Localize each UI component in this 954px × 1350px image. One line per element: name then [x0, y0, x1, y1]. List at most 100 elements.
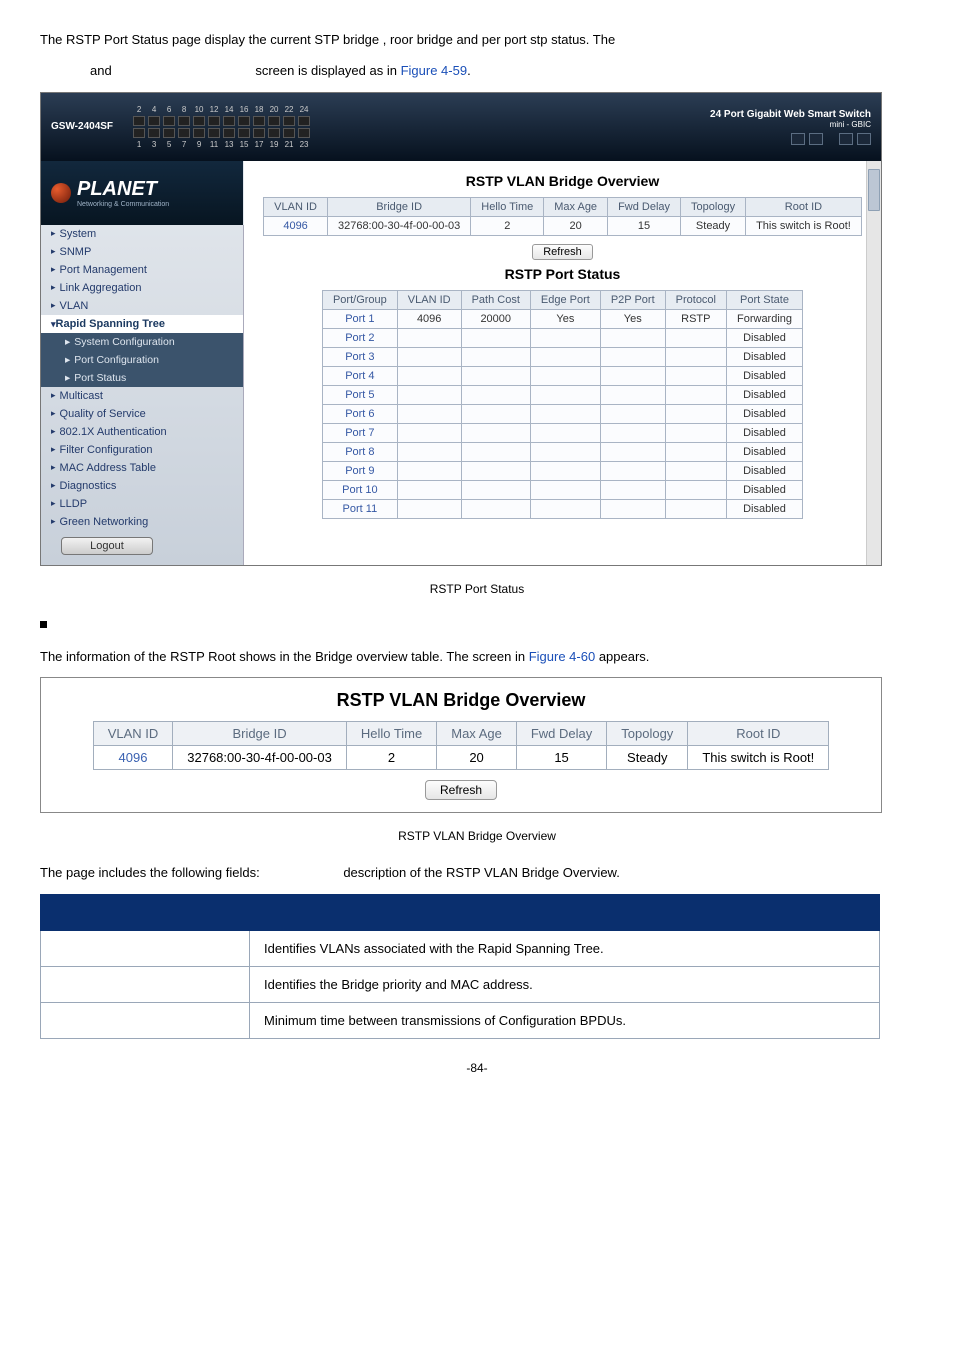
figure-link-60[interactable]: Figure 4-60	[529, 649, 595, 664]
screenshot-frame-1: GSW-2404SF 21 43 65 87 109 1211 1413 161…	[40, 92, 882, 566]
sidebar-item-system[interactable]: System	[41, 225, 243, 243]
sidebar-item-link-aggregation[interactable]: Link Aggregation	[41, 279, 243, 297]
cell-vlan: 4096	[93, 746, 173, 770]
cell	[530, 347, 600, 366]
th-edge: Edge Port	[530, 290, 600, 309]
sidebar-label: Green Networking	[60, 516, 149, 528]
cell: Disabled	[727, 423, 803, 442]
sidebar-item-snmp[interactable]: SNMP	[41, 243, 243, 261]
sidebar-item-vlan[interactable]: VLAN	[41, 297, 243, 315]
sidebar-item-port-management[interactable]: Port Management	[41, 261, 243, 279]
cell	[461, 461, 530, 480]
table-row: Port 7Disabled	[322, 423, 802, 442]
bridge-overview-table: VLAN ID Bridge ID Hello Time Max Age Fwd…	[263, 197, 862, 236]
fields-line-a: The page includes the following fields:	[40, 865, 260, 880]
sidebar-item-filter[interactable]: Filter Configuration	[41, 441, 243, 459]
th-root-id: Root ID	[746, 197, 862, 216]
cell	[397, 480, 461, 499]
th-max-age: Max Age	[544, 197, 608, 216]
cell	[530, 366, 600, 385]
fields-line-b: description of the RSTP VLAN Bridge Over…	[343, 865, 620, 880]
sidebar-label: VLAN	[60, 300, 89, 312]
fig2-refresh-button[interactable]: Refresh	[425, 780, 497, 800]
cell	[461, 499, 530, 518]
cell	[397, 328, 461, 347]
sidebar-item-qos[interactable]: Quality of Service	[41, 405, 243, 423]
fig2-title: RSTP VLAN Bridge Overview	[41, 690, 881, 711]
cell-bridge: 32768:00-30-4f-00-00-03	[173, 746, 347, 770]
cell: Port 1	[322, 309, 397, 328]
cell	[665, 461, 726, 480]
cell: Disabled	[727, 385, 803, 404]
mini-gbic-label: mini - GBIC	[710, 120, 871, 129]
port-status-title: RSTP Port Status	[258, 266, 867, 282]
scrollbar[interactable]	[866, 161, 881, 565]
cell	[600, 499, 665, 518]
sidebar-item-mac-table[interactable]: MAC Address Table	[41, 459, 243, 477]
cell-hello: 2	[346, 746, 436, 770]
cell-max: 20	[437, 746, 517, 770]
cell	[397, 385, 461, 404]
fields-description-table: Identifies VLANs associated with the Rap…	[40, 894, 880, 1039]
overview-title: RSTP VLAN Bridge Overview	[258, 173, 867, 189]
sidebar-label: SNMP	[60, 246, 92, 258]
logo: PLANET Networking & Communication	[41, 161, 243, 225]
sidebar-sub-port-configuration[interactable]: ▸ Port Configuration	[41, 351, 243, 369]
cell: Disabled	[727, 442, 803, 461]
cell	[665, 347, 726, 366]
sidebar-sub-port-status[interactable]: ▸ Port Status	[41, 369, 243, 387]
cell	[461, 404, 530, 423]
cell: Disabled	[727, 461, 803, 480]
sidebar-item-diagnostics[interactable]: Diagnostics	[41, 477, 243, 495]
logo-subtitle: Networking & Communication	[77, 201, 169, 208]
cell	[461, 366, 530, 385]
cell: Yes	[600, 309, 665, 328]
th-root: Root ID	[688, 722, 829, 746]
figure-link-59[interactable]: Figure 4-59	[401, 63, 467, 78]
cell: Port 9	[322, 461, 397, 480]
table-row: Port 3Disabled	[322, 347, 802, 366]
sidebar-item-rapid-spanning-tree[interactable]: Rapid Spanning Tree	[41, 315, 243, 333]
sidebar-item-lldp[interactable]: LLDP	[41, 495, 243, 513]
th-fwd: Fwd Delay	[516, 722, 606, 746]
sidebar: PLANET Networking & Communication System…	[41, 161, 244, 565]
cell	[461, 347, 530, 366]
sidebar-label: Port Management	[60, 264, 147, 276]
table-row: Port 1409620000YesYesRSTPForwarding	[322, 309, 802, 328]
page-number: -84-	[40, 1061, 914, 1075]
sidebar-label: Quality of Service	[60, 408, 146, 420]
cell	[530, 442, 600, 461]
cell: Disabled	[727, 347, 803, 366]
figure-1-caption: RSTP Port Status	[40, 582, 914, 596]
sidebar-item-multicast[interactable]: Multicast	[41, 387, 243, 405]
cell	[600, 366, 665, 385]
sidebar-label: Port Configuration	[74, 354, 159, 366]
cell	[600, 347, 665, 366]
cell-fwd: 15	[516, 746, 606, 770]
intro-period: .	[467, 63, 471, 78]
screenshot-frame-2: RSTP VLAN Bridge Overview VLAN ID Bridge…	[40, 677, 882, 813]
table-row: Port 11Disabled	[322, 499, 802, 518]
cell: Port 6	[322, 404, 397, 423]
th-topology: Topology	[681, 197, 746, 216]
cell	[530, 328, 600, 347]
cell	[530, 423, 600, 442]
model-label: GSW-2404SF	[51, 121, 113, 132]
refresh-button[interactable]: Refresh	[532, 244, 593, 260]
sidebar-sub-system-configuration[interactable]: ▸ System Configuration	[41, 333, 243, 351]
cell-root: This switch is Root!	[688, 746, 829, 770]
sidebar-item-green-networking[interactable]: Green Networking	[41, 513, 243, 531]
th-fwd-delay: Fwd Delay	[608, 197, 681, 216]
cell	[600, 461, 665, 480]
sidebar-label: Rapid Spanning Tree	[56, 318, 165, 330]
cell: Disabled	[727, 328, 803, 347]
intro-line-2: and screen is displayed as in Figure 4-5…	[40, 61, 914, 82]
table-row: Minimum time between transmissions of Co…	[41, 1003, 880, 1039]
sidebar-item-8021x[interactable]: 802.1X Authentication	[41, 423, 243, 441]
figure-2-caption: RSTP VLAN Bridge Overview	[40, 829, 914, 843]
logout-button[interactable]: Logout	[61, 537, 153, 555]
cell	[461, 442, 530, 461]
th-hello: Hello Time	[471, 197, 544, 216]
intro-line-1: The RSTP Port Status page display the cu…	[40, 30, 914, 51]
sidebar-label: MAC Address Table	[60, 462, 156, 474]
